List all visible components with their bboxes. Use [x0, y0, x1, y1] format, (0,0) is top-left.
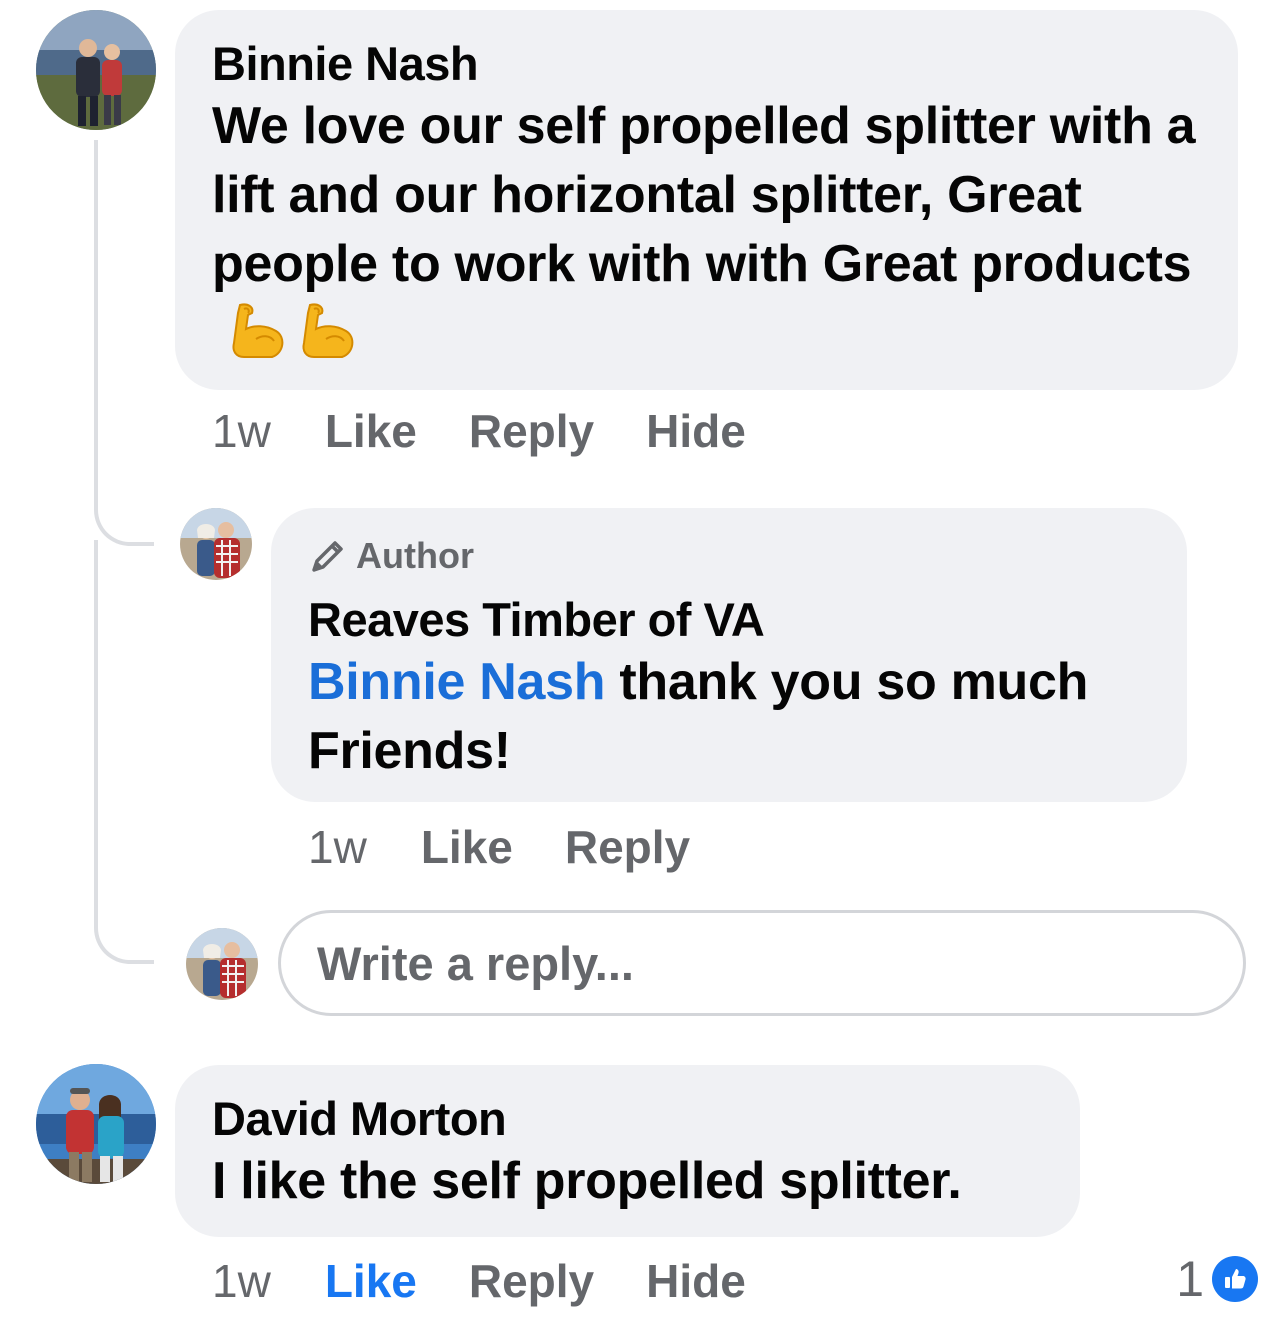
write-reply-input[interactable] [278, 910, 1246, 1016]
comment-bubble: Binnie Nash We love our self propelled s… [175, 10, 1238, 390]
hide-button[interactable]: Hide [646, 404, 746, 458]
avatar-photo [186, 928, 258, 1000]
pencil-icon [312, 541, 343, 572]
reply-button[interactable]: Reply [469, 404, 594, 458]
avatar-photo [36, 1064, 156, 1184]
avatar-current-user [186, 928, 258, 1000]
like-reaction-icon [1212, 1256, 1258, 1302]
comment-body: I like the self propelled splitter. [212, 1152, 962, 1210]
hide-button[interactable]: Hide [646, 1254, 746, 1308]
comment-author[interactable]: David Morton [212, 1091, 1044, 1147]
comment-time[interactable]: 1w [212, 1254, 271, 1308]
reply-button[interactable]: Reply [469, 1254, 594, 1308]
comment-body: We love our self propelled splitter with… [212, 97, 1196, 293]
reply-actions: 1w Like Reply [308, 820, 742, 874]
avatar-david-morton[interactable] [36, 1064, 156, 1184]
thread-connector [94, 140, 154, 546]
thread-connector [94, 540, 154, 964]
reply-bubble: Author Reaves Timber of VA Binnie Nash t… [271, 508, 1187, 802]
comment-author[interactable]: Reaves Timber of VA [308, 592, 1151, 648]
reply-button[interactable]: Reply [565, 820, 690, 874]
reaction-count: 1 [1176, 1251, 1204, 1307]
avatar-reaves-timber[interactable] [180, 508, 252, 580]
comment-time[interactable]: 1w [212, 404, 271, 458]
comment-bubble: David Morton I like the self propelled s… [175, 1065, 1080, 1237]
comment-actions: 1w Like Reply Hide [212, 404, 798, 458]
comment-text: We love our self propelled splitter with… [212, 92, 1202, 375]
like-button[interactable]: Like [325, 404, 417, 458]
comment-time[interactable]: 1w [308, 820, 367, 874]
like-button[interactable]: Like [421, 820, 513, 874]
avatar-binnie-nash[interactable] [36, 10, 156, 130]
flexed-biceps-emoji [232, 303, 284, 358]
comment-actions: 1w Like Reply Hide [212, 1254, 798, 1308]
comment-text: Binnie Nash thank you so much Friends! [308, 648, 1151, 786]
emoji-group [226, 299, 360, 363]
thumbs-up-icon [1225, 1269, 1246, 1289]
author-badge-label: Author [356, 535, 474, 576]
like-button[interactable]: Like [325, 1254, 417, 1308]
flexed-biceps-emoji [302, 303, 354, 358]
comment-author[interactable]: Binnie Nash [212, 36, 1202, 92]
avatar-photo [180, 508, 252, 580]
reaction-summary[interactable]: 1 [1176, 1250, 1258, 1308]
avatar-photo [36, 10, 156, 130]
author-badge: Author [308, 534, 1151, 578]
mention-link[interactable]: Binnie Nash [308, 653, 606, 711]
